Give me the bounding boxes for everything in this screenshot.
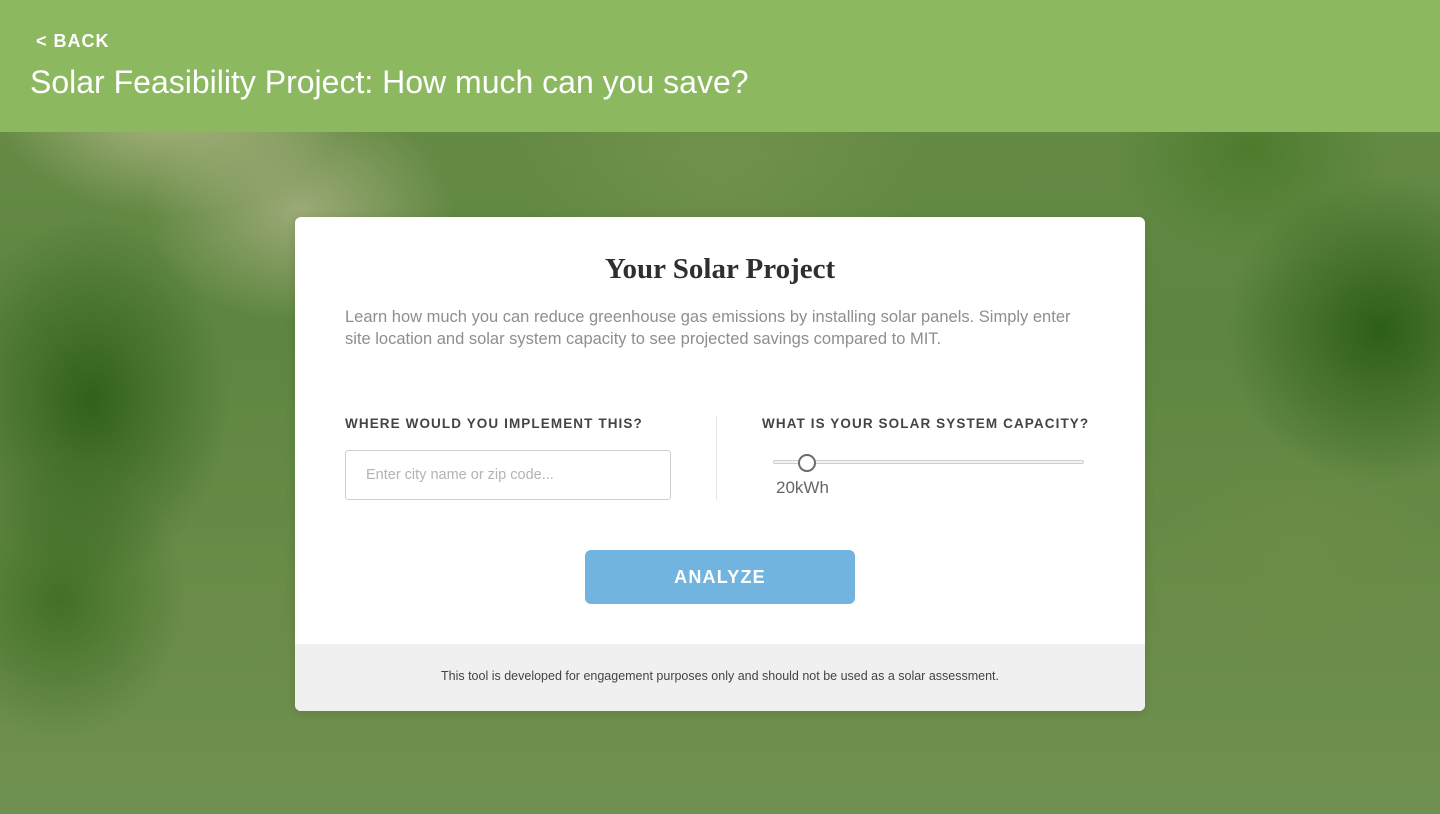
capacity-slider-track[interactable]	[773, 460, 1084, 464]
page-title: Solar Feasibility Project: How much can …	[30, 64, 749, 100]
analyze-button[interactable]: ANALYZE	[585, 550, 855, 604]
location-input[interactable]	[345, 450, 671, 500]
capacity-slider-thumb[interactable]	[798, 454, 817, 472]
column-divider	[716, 416, 717, 500]
location-label: WHERE WOULD YOU IMPLEMENT THIS?	[345, 416, 643, 431]
page-header: < BACK Solar Feasibility Project: How mu…	[0, 0, 1440, 132]
card-description: Learn how much you can reduce greenhouse…	[345, 308, 1071, 348]
capacity-label: WHAT IS YOUR SOLAR SYSTEM CAPACITY?	[762, 416, 1090, 431]
back-link[interactable]: < BACK	[36, 31, 110, 52]
disclaimer-text: This tool is developed for engagement pu…	[441, 669, 999, 683]
card-title: Your Solar Project	[604, 253, 836, 285]
card-footer: This tool is developed for engagement pu…	[295, 644, 1145, 711]
solar-project-card: Your Solar Project Learn how much you ca…	[295, 217, 1145, 711]
capacity-value: 20kWh	[776, 478, 829, 497]
